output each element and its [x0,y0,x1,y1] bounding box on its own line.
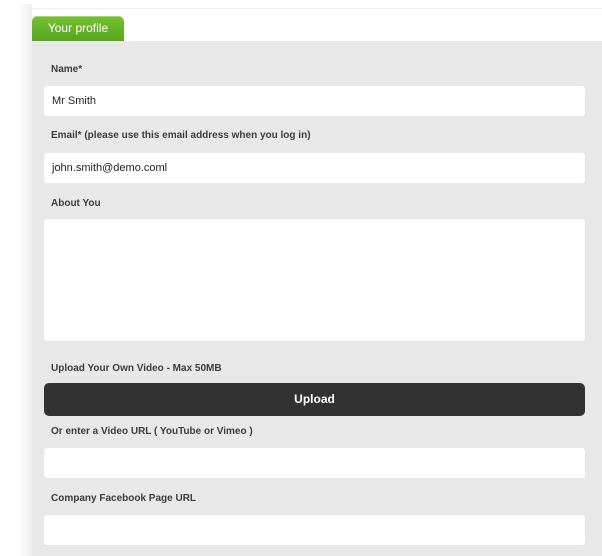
facebook-url-label: Company Facebook Page URL [51,493,197,504]
upload-label: Upload Your Own Video - Max 50MB [51,363,222,374]
about-label: About You [51,198,101,209]
tab-your-profile[interactable]: Your profile [32,16,124,41]
video-url-field[interactable] [44,448,585,478]
name-field[interactable]: Mr Smith [44,86,585,116]
panel-shadow [18,4,32,556]
video-url-label: Or enter a Video URL ( YouTube or Vimeo … [51,426,253,437]
email-label: Email* (please use this email address wh… [51,130,311,141]
about-textarea[interactable] [44,219,585,341]
email-field[interactable]: john.smith@demo.coml [44,153,585,183]
profile-form-page: Your profile Name* Mr Smith Email* (plea… [0,0,602,556]
top-divider [32,8,602,9]
name-label: Name* [51,64,83,75]
upload-button[interactable]: Upload [44,383,585,416]
facebook-url-field[interactable] [44,515,585,545]
